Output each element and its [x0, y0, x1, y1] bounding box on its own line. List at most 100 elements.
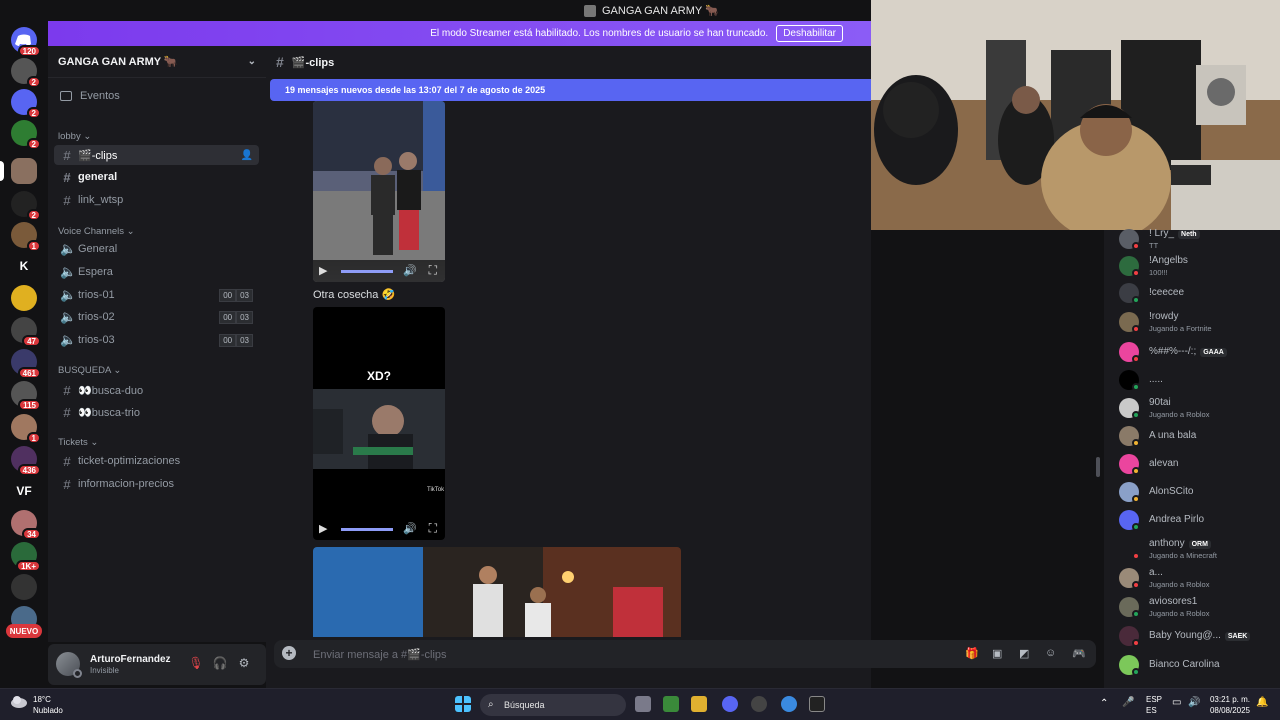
- gift-icon[interactable]: 🎁: [965, 647, 979, 660]
- voice-channel-espera[interactable]: 🔈 Espera: [54, 262, 259, 282]
- member-item[interactable]: a... Jugando a Roblox: [1119, 566, 1279, 590]
- server-icon[interactable]: 34: [11, 510, 41, 540]
- chevron-up-icon[interactable]: ⌃: [1100, 698, 1108, 709]
- server-icon-vf[interactable]: VF: [11, 478, 37, 504]
- voice-channel-trios-02[interactable]: 🔈 trios-02 00 03: [54, 307, 259, 327]
- server-icon[interactable]: 461: [11, 349, 41, 379]
- member-item[interactable]: !ceecee: [1119, 281, 1279, 305]
- mic-muted-icon[interactable]: 🎙: [188, 656, 204, 672]
- member-name: Andrea Pirlo: [1149, 514, 1205, 525]
- composer-placeholder[interactable]: Enviar mensaje a #🎬-clips: [313, 648, 447, 661]
- notification-bell-icon[interactable]: 🔔: [1256, 697, 1268, 708]
- server-icon[interactable]: 47: [11, 317, 41, 347]
- task-view-icon[interactable]: [635, 696, 651, 712]
- gif-icon[interactable]: ▣: [992, 647, 1002, 660]
- server-icon-active[interactable]: [0, 158, 37, 184]
- new-servers-badge[interactable]: NUEVO: [6, 624, 42, 638]
- emoji-icon[interactable]: ☺: [1045, 647, 1056, 659]
- play-icon[interactable]: ▶: [319, 264, 327, 277]
- channel-busca-duo[interactable]: # 👀busca-duo: [54, 380, 259, 400]
- server-icon[interactable]: 436: [11, 446, 41, 476]
- language-indicator[interactable]: ESP ES: [1146, 694, 1162, 716]
- voice-channel-general[interactable]: 🔈 General: [54, 239, 259, 259]
- server-icon[interactable]: 2: [11, 191, 41, 221]
- channel-busca-trio[interactable]: # 👀busca-trio: [54, 402, 259, 422]
- events-item[interactable]: Eventos: [60, 90, 120, 102]
- member-item[interactable]: 90tai Jugando a Roblox: [1119, 396, 1279, 420]
- channel-clips[interactable]: # 🎬-clips 👤: [54, 145, 259, 165]
- channel-ticket-optimizaciones[interactable]: # ticket-optimizaciones: [54, 451, 259, 471]
- category-voice[interactable]: Voice Channels ⌄: [58, 226, 135, 237]
- obs-icon[interactable]: [751, 696, 767, 712]
- server-icon[interactable]: 1: [11, 222, 41, 252]
- voice-channel-trios-03[interactable]: 🔈 trios-03 00 03: [54, 330, 259, 350]
- member-item[interactable]: ! Lry_ Neth TT: [1119, 227, 1279, 251]
- server-icon[interactable]: 2: [11, 58, 41, 88]
- gear-icon[interactable]: ⚙: [236, 656, 252, 672]
- category-busqueda[interactable]: BUSQUEDA ⌄: [58, 365, 121, 376]
- member-item[interactable]: Andrea Pirlo: [1119, 508, 1279, 532]
- scrollbar[interactable]: [1096, 457, 1100, 477]
- play-icon[interactable]: ▶: [319, 522, 327, 535]
- minecraft-icon[interactable]: [663, 696, 679, 712]
- fullscreen-icon[interactable]: ⛶: [429, 521, 437, 536]
- microphone-icon[interactable]: 🎤: [1122, 697, 1134, 708]
- server-icon[interactable]: 2: [11, 120, 41, 150]
- volume-icon[interactable]: 🔊: [403, 522, 417, 535]
- category-lobby[interactable]: lobby ⌄: [58, 131, 91, 142]
- username[interactable]: ArturoFernandez: [90, 654, 171, 665]
- member-item[interactable]: anthony ORM Jugando a Minecraft: [1119, 537, 1279, 561]
- network-icon[interactable]: ▭: [1172, 697, 1181, 708]
- member-item[interactable]: !rowdy Jugando a Fortnite: [1119, 310, 1279, 334]
- channel-general[interactable]: # general: [54, 167, 259, 187]
- server-icon[interactable]: 1K+: [11, 542, 41, 572]
- member-item[interactable]: A una bala: [1119, 424, 1279, 448]
- server-icon[interactable]: 115: [11, 381, 41, 411]
- member-item[interactable]: Bianco Carolina: [1119, 653, 1279, 677]
- video-attachment[interactable]: ▶ 🔊 ⛶: [313, 101, 445, 282]
- category-tickets[interactable]: Tickets ⌄: [58, 437, 98, 448]
- volume-icon[interactable]: 🔊: [1188, 697, 1200, 708]
- headphones-deafened-icon[interactable]: 🎧: [212, 656, 228, 672]
- member-item[interactable]: .....: [1119, 368, 1279, 392]
- activity-icon[interactable]: 🎮: [1072, 647, 1086, 660]
- channel-title: 🎬-clips: [291, 56, 335, 69]
- server-icon[interactable]: 1: [11, 414, 41, 444]
- disable-streamer-button[interactable]: Deshabilitar: [776, 25, 843, 42]
- taskbar-clock[interactable]: 03:21 p. m. 08/08/2025: [1210, 694, 1250, 716]
- member-item[interactable]: %##%---/:; GAAA: [1119, 340, 1279, 364]
- server-header[interactable]: GANGA GAN ARMY 🐂 ⌄: [48, 46, 266, 78]
- member-activity: TT: [1149, 241, 1159, 250]
- member-item[interactable]: aviosores1 Jugando a Roblox: [1119, 595, 1279, 619]
- video-progress[interactable]: [341, 270, 393, 273]
- video-attachment[interactable]: XD? TikTok ▶ 🔊 ⛶: [313, 307, 445, 540]
- add-member-icon[interactable]: 👤: [241, 150, 253, 161]
- discord-home-icon[interactable]: 120: [11, 27, 41, 57]
- voice-channel-trios-01[interactable]: 🔈 trios-01 00 03: [54, 285, 259, 305]
- epic-games-icon[interactable]: [809, 696, 825, 712]
- server-icon[interactable]: [11, 285, 37, 311]
- member-item[interactable]: !Angelbs 100!!!: [1119, 254, 1279, 278]
- server-icon[interactable]: [11, 574, 37, 600]
- chrome-icon[interactable]: [781, 696, 797, 712]
- server-icon[interactable]: 2: [11, 89, 41, 119]
- server-icon-k[interactable]: K: [11, 253, 37, 279]
- channel-informacion-precios[interactable]: # informacion-precios: [54, 474, 259, 494]
- member-item[interactable]: Baby Young@... SAEK: [1119, 624, 1279, 648]
- image-attachment[interactable]: [313, 547, 681, 637]
- member-item[interactable]: AlonSCito: [1119, 480, 1279, 504]
- member-name: !ceecee: [1149, 287, 1185, 298]
- taskbar-search[interactable]: ⌕ Búsqueda: [480, 694, 626, 716]
- member-item[interactable]: alevan: [1119, 452, 1279, 476]
- add-attachment-icon[interactable]: +: [282, 646, 296, 660]
- new-messages-bar[interactable]: 19 mensajes nuevos desde las 13:07 del 7…: [270, 79, 871, 101]
- file-explorer-icon[interactable]: [691, 696, 707, 712]
- windows-start-icon[interactable]: [455, 696, 471, 712]
- fullscreen-icon[interactable]: ⛶: [429, 263, 437, 278]
- volume-icon[interactable]: 🔊: [403, 264, 417, 277]
- channel-link-wtsp[interactable]: # link_wtsp: [54, 190, 259, 210]
- discord-taskbar-icon[interactable]: [722, 696, 738, 712]
- video-progress[interactable]: [341, 528, 393, 531]
- message-composer[interactable]: + Enviar mensaje a #🎬-clips 🎁 ▣ ◩ ☺ 🎮: [274, 640, 1096, 668]
- sticker-icon[interactable]: ◩: [1019, 647, 1029, 660]
